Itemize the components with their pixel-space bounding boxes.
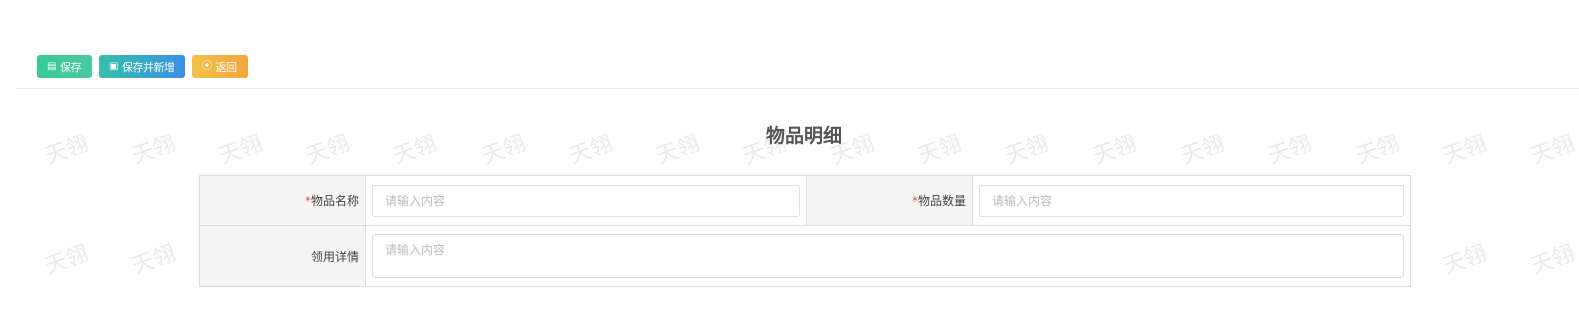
back-button[interactable]: ⦿ 返回 [192, 55, 248, 78]
item-qty-input-cell: 请输入内容 [972, 175, 1411, 226]
save-button-label: 保存 [59, 60, 82, 74]
form-title: 物品明细 [765, 125, 842, 147]
item-name-input[interactable]: 请输入内容 [372, 184, 800, 217]
save-and-new-button[interactable]: ▣ 保存并新增 [99, 55, 185, 78]
watermark-text: 天翎 [1439, 241, 1490, 280]
divider [16, 88, 1579, 89]
item-qty-label-cell: *物品数量 [806, 175, 973, 226]
save-button[interactable]: ▤ 保存 [37, 55, 92, 78]
detail-input-cell: 请输入内容 [365, 225, 1411, 287]
item-name-label-cell: *物品名称 [199, 175, 366, 226]
watermark-text: 天翎 [41, 241, 92, 280]
toolbar: ▤ 保存 ▣ 保存并新增 ⦿ 返回 [37, 55, 248, 79]
item-name-label: 物品名称 [310, 194, 359, 208]
form-row: 领用详情 请输入内容 [199, 225, 1411, 287]
detail-textarea[interactable]: 请输入内容 [372, 234, 1404, 278]
watermark-text: 天翎 [128, 241, 179, 280]
floppy-disk-icon: ▤ [47, 60, 56, 72]
item-name-input-cell: 请输入内容 [365, 175, 807, 226]
item-detail-form: *物品名称 请输入内容 *物品数量 请输入内容 领用详情 请输入内容 [199, 175, 1411, 287]
form-row: *物品名称 请输入内容 *物品数量 请输入内容 [199, 175, 1411, 226]
item-qty-input[interactable]: 请输入内容 [979, 184, 1404, 217]
save-list-icon: ▣ [109, 60, 118, 72]
watermark-text: 天翎 [1527, 241, 1578, 280]
back-button-label: 返回 [215, 60, 238, 74]
save-and-new-button-label: 保存并新增 [121, 60, 175, 74]
item-qty-label: 物品数量 [917, 194, 966, 208]
detail-label: 领用详情 [310, 249, 359, 264]
return-circle-icon: ⦿ [202, 60, 212, 72]
detail-label-cell: 领用详情 [199, 225, 366, 287]
